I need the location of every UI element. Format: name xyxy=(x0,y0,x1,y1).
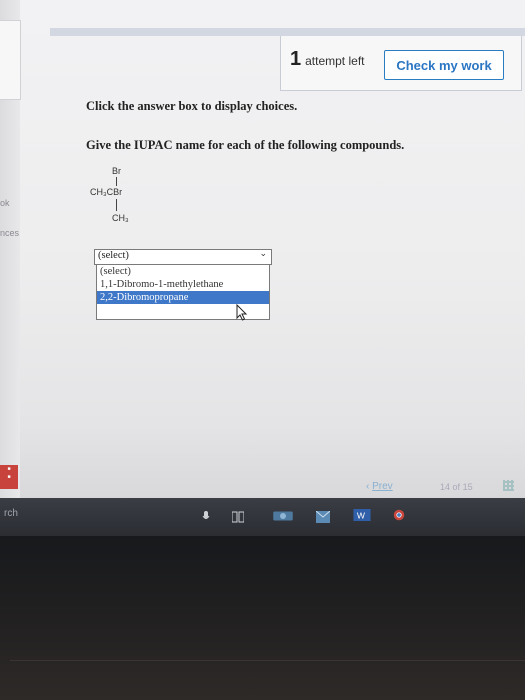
page-current: 14 xyxy=(440,482,451,492)
page-of: of xyxy=(452,482,461,492)
cursor-icon xyxy=(236,304,248,321)
prev-label: Prev xyxy=(372,481,393,492)
left-card xyxy=(0,20,21,100)
structure-middle: CH₃CBr xyxy=(90,187,123,197)
taskbar: rch W xyxy=(0,498,525,536)
select-current-value: (select) xyxy=(98,250,129,261)
structure-top-br: Br xyxy=(112,166,121,176)
mic-icon[interactable] xyxy=(202,511,210,523)
bond-bottom xyxy=(116,199,117,211)
page-total: 15 xyxy=(462,482,473,492)
option-2-2-dibromopropane[interactable]: 2,2-Dibromopropane xyxy=(97,291,269,304)
header-band xyxy=(50,28,525,36)
word-icon[interactable]: W xyxy=(352,509,372,521)
attempts-indicator: 1 attempt left xyxy=(290,48,365,71)
sidebar-fragment-1: ok xyxy=(0,198,10,208)
monitor-bezel xyxy=(0,536,525,700)
prev-button[interactable]: ‹ Prev xyxy=(366,481,393,492)
option-select[interactable]: (select) xyxy=(97,265,269,278)
check-my-work-button[interactable]: Check my work xyxy=(384,50,504,80)
arrow-down-icon: ⌄ xyxy=(259,249,267,259)
structure-bottom-ch3: CH₃ xyxy=(112,213,129,223)
page-indicator: 14 of 15 xyxy=(440,482,473,492)
app-logo-icon: ■ ■ xyxy=(0,465,18,489)
chemical-structure: Br CH₃CBr CH₃ xyxy=(90,160,170,240)
svg-text:W: W xyxy=(357,510,366,520)
option-1-1-dibromo[interactable]: 1,1-Dibromo-1-methylethane xyxy=(97,278,269,291)
task-view-icon[interactable] xyxy=(232,511,244,523)
answer-select[interactable]: (select) ⌄ xyxy=(94,249,272,265)
instruction-give: Give the IUPAC name for each of the foll… xyxy=(86,138,405,152)
mail-icon[interactable] xyxy=(316,511,330,523)
bond-top xyxy=(116,177,117,186)
browser-viewport: ok nces 1 attempt left Check my work Cli… xyxy=(0,0,525,500)
instruction-click: Click the answer box to display choices. xyxy=(86,99,298,113)
chrome-icon[interactable] xyxy=(390,509,408,521)
bezel-edge xyxy=(10,660,525,661)
attempts-number: 1 xyxy=(290,48,302,70)
grid-icon[interactable] xyxy=(503,480,514,491)
sidebar-fragment-2: nces xyxy=(0,228,20,238)
taskbar-search[interactable]: rch xyxy=(4,508,18,519)
camera-icon[interactable] xyxy=(270,510,296,522)
attempts-label: attempt left xyxy=(305,54,365,68)
